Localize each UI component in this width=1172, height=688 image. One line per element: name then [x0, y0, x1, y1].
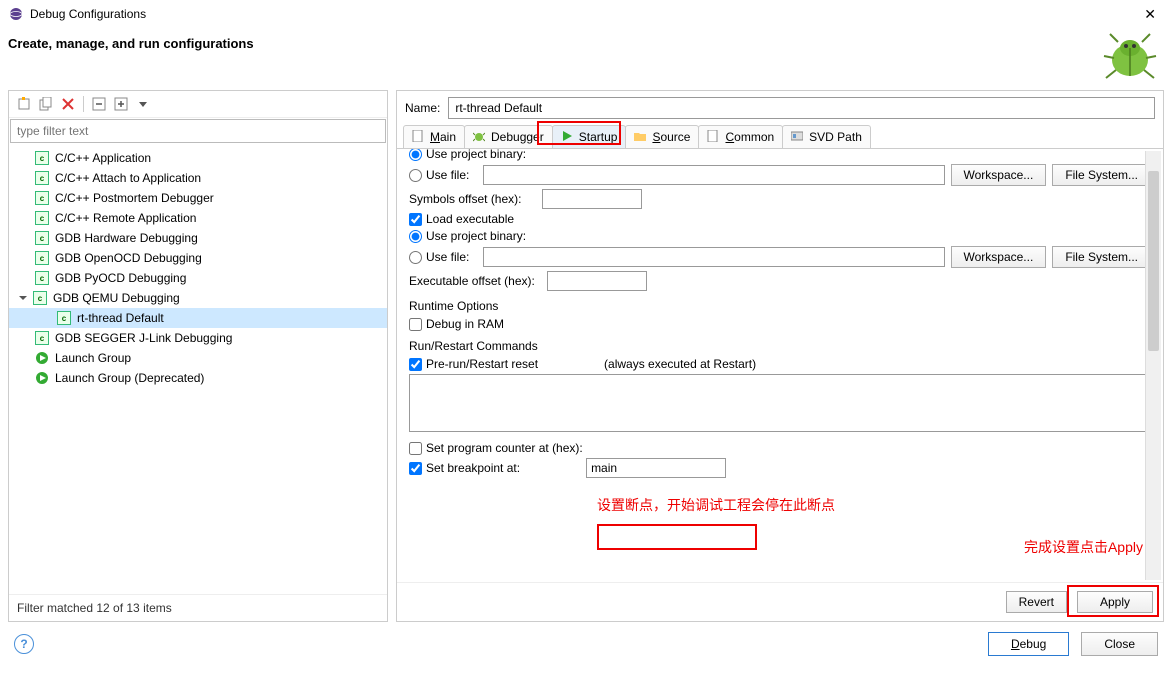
use-file-radio-1[interactable]: Use file: [409, 168, 469, 182]
executable-offset-input[interactable] [547, 271, 647, 291]
left-panel: C/C++ ApplicationC/C++ Attach to Applica… [8, 90, 388, 622]
collapse-icon[interactable] [90, 95, 108, 113]
debug-button[interactable]: Debug [988, 632, 1069, 656]
help-icon[interactable]: ? [14, 634, 34, 654]
tab-svd-path[interactable]: SVD Path [782, 125, 871, 148]
tab-common[interactable]: Common [698, 125, 783, 148]
filter-status: Filter matched 12 of 13 items [9, 594, 387, 621]
tree-item[interactable]: C/C++ Postmortem Debugger [9, 188, 387, 208]
filter-menu-icon[interactable] [134, 95, 152, 113]
right-panel: Name: MainDebuggerStartupSourceCommonSVD… [396, 90, 1164, 622]
tree-item[interactable]: GDB QEMU Debugging [9, 288, 387, 308]
dialog-footer: ? Debug Close [0, 622, 1172, 666]
revert-button[interactable]: Revert [1006, 591, 1067, 613]
tree-item[interactable]: GDB PyOCD Debugging [9, 268, 387, 288]
panel-footer: Revert Apply [397, 582, 1163, 621]
config-tree[interactable]: C/C++ ApplicationC/C++ Attach to Applica… [9, 144, 387, 594]
duplicate-icon[interactable] [37, 95, 55, 113]
use-project-binary-radio-2[interactable]: Use project binary: [409, 229, 526, 243]
tree-item[interactable]: C/C++ Attach to Application [9, 168, 387, 188]
tree-item[interactable]: C/C++ Application [9, 148, 387, 168]
header-subtitle: Create, manage, and run configurations [8, 36, 1164, 51]
tree-item[interactable]: Launch Group (Deprecated) [9, 368, 387, 388]
load-executable-checkbox[interactable]: Load executable [409, 212, 514, 226]
tree-item[interactable]: GDB Hardware Debugging [9, 228, 387, 248]
annotation-breakpoint-text: 设置断点，开始调试工程会停在此断点 [597, 495, 835, 515]
delete-icon[interactable] [59, 95, 77, 113]
use-file-input-1[interactable] [483, 165, 944, 185]
use-file-input-2[interactable] [483, 247, 944, 267]
name-label: Name: [405, 101, 440, 115]
tab-main[interactable]: Main [403, 125, 465, 148]
executable-offset-label: Executable offset (hex): [409, 274, 535, 288]
tab-startup[interactable]: Startup [552, 125, 627, 148]
close-button[interactable]: Close [1081, 632, 1158, 656]
name-input[interactable] [448, 97, 1155, 119]
filesystem-button-2[interactable]: File System... [1052, 246, 1151, 268]
annotation-apply-text: 完成设置点击Apply [1024, 537, 1143, 557]
breakpoint-input[interactable] [586, 458, 726, 478]
debug-in-ram-checkbox[interactable]: Debug in RAM [409, 317, 504, 331]
restart-commands-textarea[interactable] [409, 374, 1151, 432]
tree-item[interactable]: C/C++ Remote Application [9, 208, 387, 228]
tree-item[interactable]: rt-thread Default [9, 308, 387, 328]
window-title: Debug Configurations [30, 7, 146, 21]
workspace-button-1[interactable]: Workspace... [951, 164, 1047, 186]
close-icon[interactable]: ✕ [1136, 4, 1164, 25]
symbols-offset-input[interactable] [542, 189, 642, 209]
tab-row: MainDebuggerStartupSourceCommonSVD Path [397, 125, 1163, 149]
new-config-icon[interactable] [15, 95, 33, 113]
header: Create, manage, and run configurations [0, 28, 1172, 90]
tab-source[interactable]: Source [625, 125, 699, 148]
annotation-breakpoint-box [597, 524, 757, 550]
bug-illustration [1100, 28, 1160, 84]
apply-button[interactable]: Apply [1077, 591, 1153, 613]
tab-debugger[interactable]: Debugger [464, 125, 553, 148]
symbols-offset-label: Symbols offset (hex): [409, 192, 522, 206]
runtime-options-label: Runtime Options [409, 299, 1151, 313]
left-toolbar [9, 91, 387, 118]
scrollbar[interactable] [1145, 151, 1161, 580]
tree-item[interactable]: GDB OpenOCD Debugging [9, 248, 387, 268]
tree-item[interactable]: Launch Group [9, 348, 387, 368]
use-project-binary-radio-1[interactable]: Use project binary: [409, 149, 526, 161]
workspace-button-2[interactable]: Workspace... [951, 246, 1047, 268]
use-file-radio-2[interactable]: Use file: [409, 250, 469, 264]
always-executed-label: (always executed at Restart) [604, 357, 756, 371]
filesystem-button-1[interactable]: File System... [1052, 164, 1151, 186]
filter-input[interactable] [10, 119, 386, 143]
titlebar: Debug Configurations ✕ [0, 0, 1172, 28]
tab-content: Use project binary: Use file: Workspace.… [397, 149, 1163, 582]
run-restart-label: Run/Restart Commands [409, 339, 1151, 353]
tree-item[interactable]: GDB SEGGER J-Link Debugging [9, 328, 387, 348]
eclipse-icon [8, 6, 24, 22]
expand-icon[interactable] [112, 95, 130, 113]
pre-run-reset-checkbox[interactable]: Pre-run/Restart reset [409, 357, 538, 371]
set-program-counter-checkbox[interactable]: Set program counter at (hex): [409, 441, 583, 455]
set-breakpoint-checkbox[interactable]: Set breakpoint at: [409, 461, 520, 475]
